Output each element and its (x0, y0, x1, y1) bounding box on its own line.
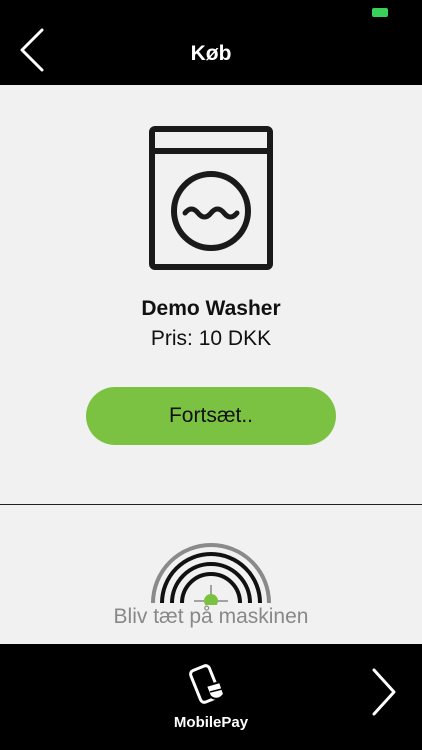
status-bar (0, 0, 422, 24)
nav-bar: Køb (0, 24, 422, 85)
page-title: Køb (190, 42, 232, 65)
proximity-panel: Bliv tæt på maskinen (0, 505, 422, 644)
bottom-bar: MobilePay (0, 644, 422, 750)
machine-price: Pris: 10 DKK (150, 327, 272, 350)
forward-button[interactable] (360, 664, 404, 722)
continue-button[interactable]: Fortsæt.. (86, 387, 336, 445)
machine-name: Demo Washer (141, 297, 281, 320)
chevron-right-icon (372, 668, 396, 716)
washing-machine-icon (149, 126, 273, 270)
battery-icon (372, 8, 388, 17)
mobilepay-icon[interactable] (186, 662, 236, 710)
proximity-hint: Bliv tæt på maskinen (113, 605, 309, 628)
signal-arc-icon (151, 543, 271, 605)
mobilepay-label: MobilePay (173, 714, 249, 731)
purchase-panel: Demo Washer Pris: 10 DKK Fortsæt.. (0, 85, 422, 504)
